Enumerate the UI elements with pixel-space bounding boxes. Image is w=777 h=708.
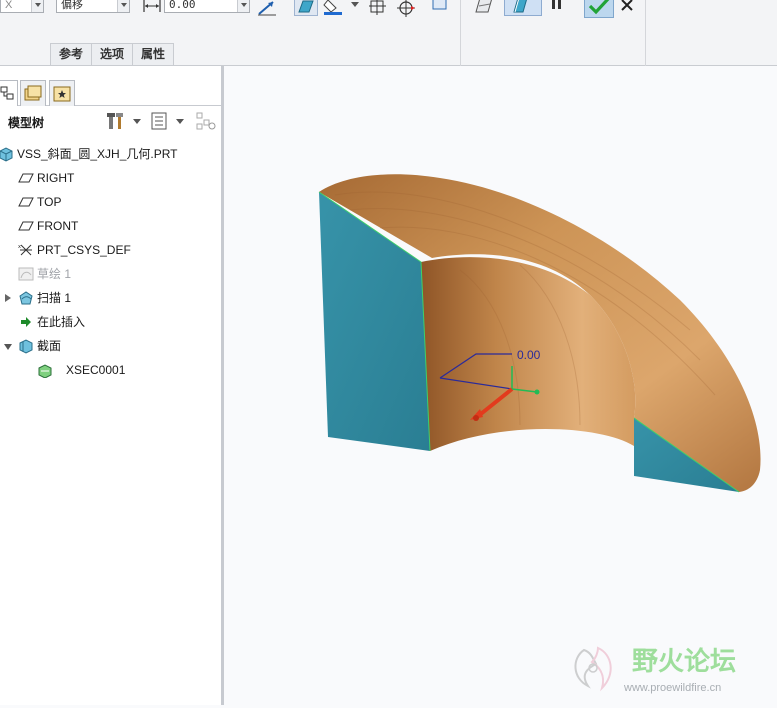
tree-node-part[interactable]: VSS_斜面_圆_XJH_几何.PRT [0, 144, 220, 164]
ribbon-separator [460, 0, 461, 66]
tree-node-sketch[interactable]: 草绘 1 [0, 264, 220, 284]
drag-center-icon[interactable] [396, 0, 418, 18]
xsection-icon [38, 364, 52, 378]
tree-node-label: VSS_斜面_圆_XJH_几何.PRT [17, 147, 178, 161]
tree-node-label: XSEC0001 [66, 363, 126, 377]
watermark-name: 野火论坛 [632, 647, 736, 677]
collapse-toggle[interactable] [4, 344, 12, 350]
tab-references[interactable]: 参考 [50, 43, 93, 65]
geometry-preview-icon [513, 0, 527, 13]
tree-tools-dropdown-icon[interactable] [132, 117, 142, 125]
tree-node-top[interactable]: TOP [0, 192, 220, 212]
favorites-icon [53, 86, 71, 102]
preview-window-icon[interactable] [432, 0, 448, 12]
insert-here-icon [21, 317, 31, 327]
tree-node-label: 扫描 1 [37, 291, 72, 305]
tree-node-insert-here[interactable]: 在此插入 [0, 312, 220, 332]
watermark-flame-icon [574, 646, 612, 692]
tree-node-label: 在此插入 [37, 315, 86, 329]
tree-node-cross-sections[interactable]: 截面 [0, 336, 220, 356]
tree-node-label: RIGHT [37, 171, 75, 185]
model-view: 0.00 [318, 174, 761, 493]
navigator-tabs [0, 78, 221, 106]
model-tree-tab[interactable] [0, 80, 18, 106]
tree-tools-icon[interactable] [106, 111, 128, 131]
sweep-icon [19, 291, 33, 305]
model-tree-tab-icon [0, 86, 14, 100]
offset-type-value: 偏移 [61, 0, 83, 11]
ribbon-separator-right [645, 0, 646, 66]
show-settings-icon[interactable] [150, 112, 170, 130]
capped-surface-icon [298, 0, 314, 13]
reference-dropdown-value: X [5, 0, 13, 11]
checkmark-icon [588, 0, 610, 15]
reference-dropdown[interactable]: X [0, 0, 44, 13]
folder-icon [24, 85, 42, 101]
svg-text:x: x [18, 244, 21, 250]
fill-color-icon[interactable] [322, 0, 350, 16]
offset-type-dropdown[interactable]: 偏移 [56, 0, 130, 13]
offset-value: 0.00 [169, 0, 196, 11]
csys-icon: x [18, 244, 32, 256]
cross-sections-icon [19, 339, 33, 354]
offset-distance-icon [143, 0, 161, 12]
pause-preview-icon[interactable] [472, 0, 498, 16]
navigator-panel: 模型树 VSS_斜面_圆_XJH_几何.PRT RIGHT TOP FRONT … [0, 66, 224, 705]
model-tree-header: 模型树 [0, 108, 221, 134]
tree-node-label: 截面 [37, 339, 62, 353]
datum-plane-icon [18, 197, 34, 207]
clip-plane-icon[interactable] [368, 0, 388, 16]
favorites-tab[interactable] [49, 80, 75, 106]
tree-node-front[interactable]: FRONT [0, 216, 220, 236]
datum-plane-icon [18, 173, 34, 183]
tree-node-xsec[interactable]: XSEC0001 [0, 360, 220, 380]
tree-node-label: TOP [37, 195, 62, 209]
tab-options[interactable]: 选项 [91, 43, 134, 65]
dimension-value[interactable]: 0.00 [517, 348, 541, 362]
tree-node-sweep[interactable]: 扫描 1 [0, 288, 220, 308]
verify-mode-button[interactable] [504, 0, 542, 16]
pause-icon[interactable] [550, 0, 564, 12]
graphics-window[interactable]: 0.00 野火论坛 www.proewildfire.cn [224, 66, 777, 705]
sketch-icon [18, 267, 34, 281]
show-settings-dropdown-icon[interactable] [175, 117, 185, 125]
cancel-icon[interactable] [620, 0, 634, 12]
tree-node-csys[interactable]: x PRT_CSYS_DEF [0, 240, 220, 260]
tree-node-label: 草绘 1 [37, 267, 72, 281]
tree-node-label: FRONT [37, 219, 79, 233]
dashboard-tabs: 参考 选项 属性 [50, 43, 175, 65]
ok-button[interactable] [584, 0, 614, 18]
fill-color-dropdown-icon[interactable] [350, 0, 360, 8]
datum-plane-icon [18, 221, 34, 231]
folder-browser-tab[interactable] [20, 80, 46, 106]
tab-properties[interactable]: 属性 [132, 43, 175, 65]
part-icon [0, 147, 13, 162]
expand-toggle[interactable] [5, 294, 11, 302]
tree-node-right[interactable]: RIGHT [0, 168, 220, 188]
watermark-url: www.proewildfire.cn [623, 682, 721, 694]
tree-node-label: PRT_CSYS_DEF [37, 243, 131, 257]
offset-value-field[interactable]: 0.00 [164, 0, 250, 13]
model-tree-title: 模型树 [8, 116, 45, 130]
tree-filter-icon[interactable] [196, 112, 218, 132]
dashboard-ribbon: X 偏移 0.00 参考 选项 属性 [0, 0, 777, 66]
capping-toggle-button[interactable] [294, 0, 318, 16]
forum-watermark: 野火论坛 www.proewildfire.cn [574, 646, 736, 694]
flip-direction-icon[interactable] [256, 0, 278, 16]
